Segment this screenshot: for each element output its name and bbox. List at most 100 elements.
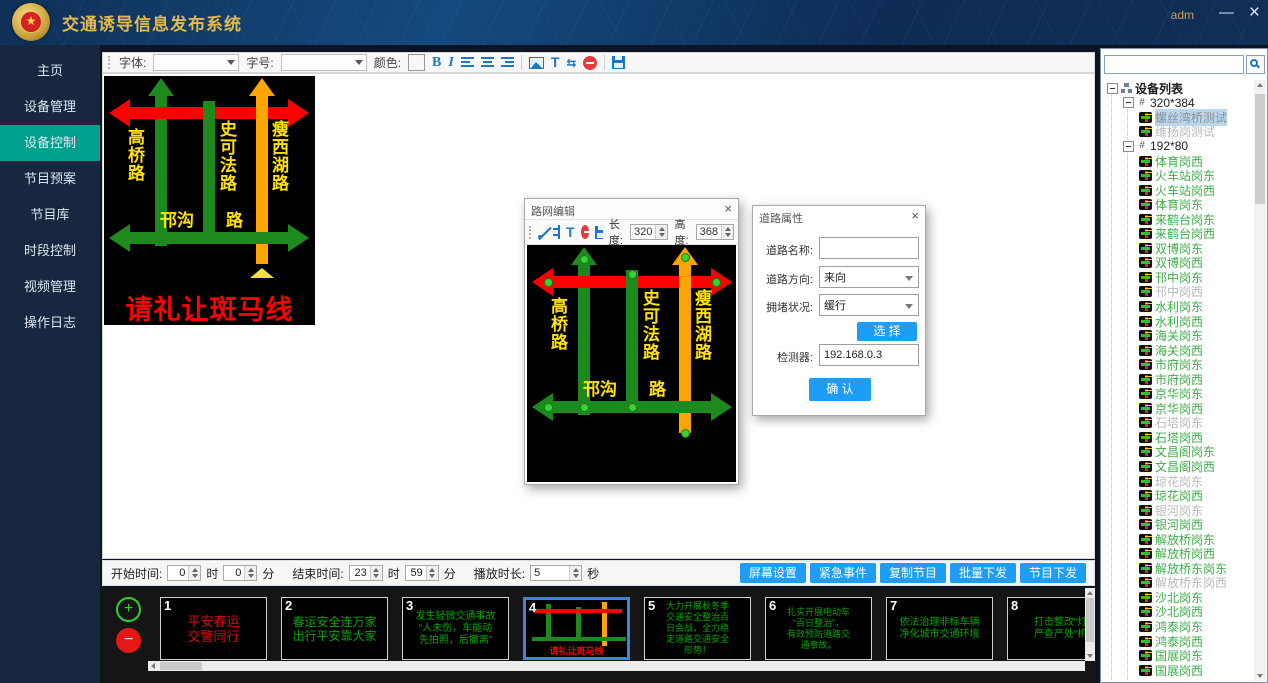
insert-image-icon[interactable] <box>529 57 544 69</box>
select-button[interactable]: 选 择 <box>857 322 917 341</box>
edit-handle[interactable] <box>544 403 553 412</box>
tree-item-device[interactable]: 国展岗西 <box>1103 663 1252 678</box>
save-icon[interactable] <box>595 226 603 239</box>
road-tool-icon[interactable] <box>553 225 560 239</box>
strip-vertical-scrollbar[interactable] <box>1085 588 1095 661</box>
road-direction-label: 道路方向: <box>753 271 813 287</box>
close-icon[interactable]: × <box>1249 2 1260 24</box>
program-thumbnail-7[interactable]: 7依法治理非标车辆净化城市交通环境 <box>886 597 993 660</box>
scrollbar-thumb[interactable] <box>1255 94 1265 204</box>
emergency-event-button[interactable]: 紧急事件 <box>810 563 876 583</box>
align-right-icon[interactable] <box>501 57 514 68</box>
text-tool-icon[interactable]: T <box>566 225 575 240</box>
sidebar-item-video-management[interactable]: 视频管理 <box>0 269 100 305</box>
strip-horizontal-scrollbar[interactable] <box>148 661 1085 671</box>
collapse-icon[interactable] <box>1123 141 1134 152</box>
sidebar-item-device-control[interactable]: 设备控制 <box>0 125 100 161</box>
copy-program-button[interactable]: 复制节目 <box>880 563 946 583</box>
tree-vertical-scrollbar[interactable] <box>1254 80 1266 681</box>
spacing-icon[interactable]: ⇆ <box>566 56 576 70</box>
stepper-arrows-icon[interactable] <box>569 566 581 580</box>
end-hour-stepper[interactable]: 23 <box>349 565 383 581</box>
height-stepper[interactable]: 368 <box>696 224 734 240</box>
screen-settings-button[interactable]: 屏幕设置 <box>740 563 806 583</box>
sidebar-item-period-control[interactable]: 时段控制 <box>0 233 100 269</box>
edit-handle[interactable] <box>628 403 637 412</box>
italic-button[interactable]: I <box>448 55 453 70</box>
detector-field[interactable] <box>819 344 919 366</box>
scrollbar-thumb[interactable] <box>1086 598 1094 642</box>
font-select[interactable] <box>153 54 239 71</box>
sidebar-item-device-management[interactable]: 设备管理 <box>0 89 100 125</box>
tree-item-device[interactable]: 维扬岗测试 <box>1103 125 1252 140</box>
align-center-icon[interactable] <box>481 57 494 68</box>
color-swatch[interactable] <box>408 54 425 71</box>
program-send-button[interactable]: 节目下发 <box>1020 563 1086 583</box>
scroll-left-icon[interactable] <box>151 663 155 669</box>
length-stepper[interactable]: 320 <box>630 224 668 240</box>
stepper-arrows-icon[interactable] <box>188 566 200 580</box>
confirm-button[interactable]: 确 认 <box>809 378 871 401</box>
roadnet-canvas[interactable]: 高桥路 史可法路 瘦西湖路 邗沟 路 <box>527 245 736 482</box>
program-number: 5 <box>648 598 655 613</box>
start-minute-stepper[interactable]: 0 <box>223 565 257 581</box>
road-name-field[interactable] <box>819 237 919 259</box>
sidebar-item-home[interactable]: 主页 <box>0 53 100 89</box>
current-user[interactable]: adm <box>1171 8 1194 22</box>
collapse-icon[interactable] <box>1123 97 1134 108</box>
add-program-button[interactable]: + <box>116 597 141 622</box>
edit-handle[interactable] <box>580 403 589 412</box>
align-left-icon[interactable] <box>461 57 474 68</box>
delete-icon[interactable] <box>583 56 597 70</box>
close-icon[interactable]: × <box>911 208 919 223</box>
edit-handle[interactable] <box>580 255 589 264</box>
edit-handle[interactable] <box>712 278 721 287</box>
close-icon[interactable]: × <box>724 201 732 216</box>
scroll-up-icon[interactable] <box>1087 591 1093 595</box>
bold-button[interactable]: B <box>432 55 441 70</box>
save-icon[interactable] <box>612 56 625 69</box>
delete-icon[interactable] <box>581 225 589 239</box>
program-thumbnail-3[interactable]: 3发生轻微交通事故“人未伤，车能动先拍照，后撤离” <box>402 597 509 660</box>
size-select[interactable] <box>281 54 367 71</box>
program-thumbnail-4[interactable]: 4请礼让斑马线 <box>523 597 630 660</box>
sidebar-item-program-library[interactable]: 节目库 <box>0 197 100 233</box>
stepper-arrows-icon[interactable] <box>370 566 382 580</box>
led-preview[interactable]: 高桥路 史可法路 瘦西湖路 邗沟 路 请礼让斑马线 <box>104 76 315 325</box>
batch-send-button[interactable]: 批量下发 <box>950 563 1016 583</box>
sidebar-item-operation-log[interactable]: 操作日志 <box>0 305 100 341</box>
scrollbar-thumb[interactable] <box>160 662 202 670</box>
program-thumbnail-2[interactable]: 2春运安全连万家出行平安靠大家 <box>281 597 388 660</box>
collapse-icon[interactable] <box>1107 83 1118 94</box>
scroll-down-icon[interactable] <box>1087 654 1093 658</box>
stepper-arrows-icon[interactable] <box>426 566 438 580</box>
program-thumbnail-5[interactable]: 5大力开展秋冬季交通安全整治百日会战，全力稳定道路交通安全形势！ <box>644 597 751 660</box>
edit-handle[interactable] <box>681 429 690 438</box>
scroll-down-icon[interactable] <box>1257 674 1263 678</box>
stepper-arrows-icon[interactable] <box>655 225 667 239</box>
program-thumbnail-6[interactable]: 6扎实开展电动车“百日整治”，有效预防道路交通事故。 <box>765 597 872 660</box>
road-direction-select[interactable]: 来向 <box>819 266 919 288</box>
toolbar-grip[interactable] <box>529 226 532 239</box>
start-hour-stepper[interactable]: 0 <box>167 565 201 581</box>
device-search-button[interactable] <box>1246 55 1265 74</box>
edit-handle[interactable] <box>681 253 690 262</box>
duration-stepper[interactable]: 5 <box>530 565 582 581</box>
minimize-icon[interactable]: — <box>1219 4 1234 21</box>
tree-item-root[interactable]: 设备列表 <box>1103 81 1252 96</box>
program-thumbnail-8[interactable]: 8打击整改“灯严查严处“机 <box>1007 597 1095 660</box>
end-minute-stepper[interactable]: 59 <box>405 565 439 581</box>
toolbar-grip[interactable] <box>108 56 112 69</box>
stepper-arrows-icon[interactable] <box>721 225 733 239</box>
remove-program-button[interactable]: − <box>116 628 141 653</box>
congestion-select[interactable]: 缓行 <box>819 294 919 316</box>
draw-line-icon[interactable] <box>538 225 546 239</box>
edit-handle[interactable] <box>544 278 553 287</box>
program-thumbnail-1[interactable]: 1平安春运交警同行 <box>160 597 267 660</box>
stepper-arrows-icon[interactable] <box>244 566 256 580</box>
edit-handle[interactable] <box>628 270 637 279</box>
text-tool-icon[interactable]: T <box>551 55 560 70</box>
device-search-input[interactable] <box>1104 55 1244 74</box>
sidebar-item-program-plan[interactable]: 节目预案 <box>0 161 100 197</box>
scroll-up-icon[interactable] <box>1257 83 1263 87</box>
